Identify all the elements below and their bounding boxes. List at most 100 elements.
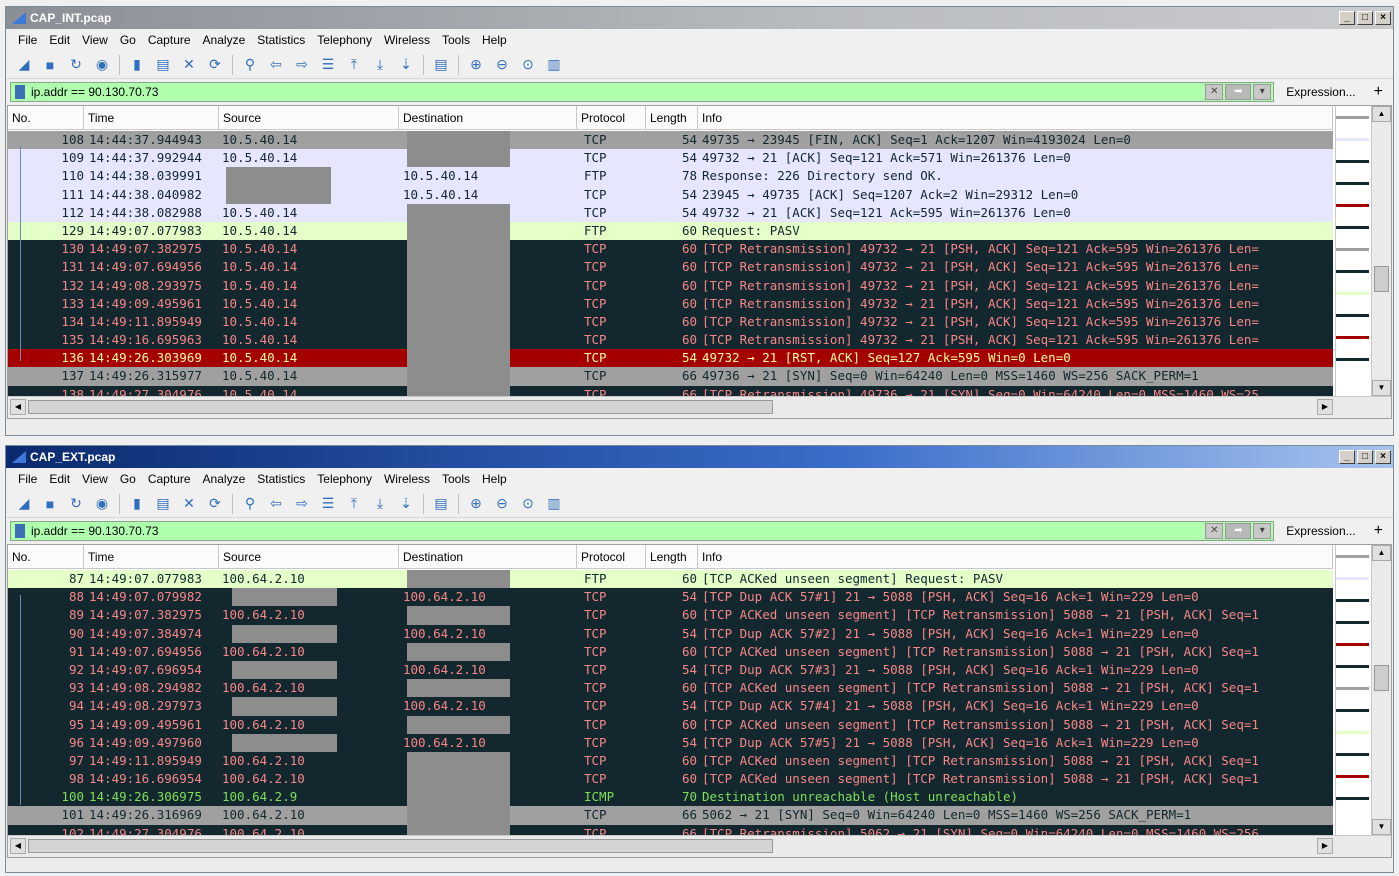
- bookmark-icon[interactable]: [15, 524, 25, 538]
- autoscroll-icon[interactable]: ⇣: [394, 493, 418, 515]
- menu-item-help[interactable]: Help: [476, 33, 513, 47]
- zoom-in-icon[interactable]: ⊕: [464, 493, 488, 515]
- packet-row[interactable]: 137 14:49:26.315977 10.5.40.14 TCP 66 49736 →…: [8, 367, 1333, 386]
- packet-row[interactable]: 87 14:49:07.077983 100.64.2.10 FTP 60 [TCP AC…: [8, 570, 1333, 589]
- packet-row[interactable]: 90 14:49:07.384974 100.64.2.10 TCP 54 [TCP Du…: [8, 624, 1333, 643]
- horizontal-scroll-thumb[interactable]: [28, 839, 773, 853]
- expression-button[interactable]: Expression...: [1278, 524, 1363, 538]
- menu-item-help[interactable]: Help: [476, 472, 513, 486]
- packet-row[interactable]: 92 14:49:07.696954 100.64.2.10 TCP 54 [TCP Du…: [8, 660, 1333, 680]
- go-to-packet-icon[interactable]: ☰: [316, 493, 340, 515]
- options-icon[interactable]: ◉: [90, 493, 114, 515]
- packet-row-selected[interactable]: 136 14:49:26.303969 10.5.40.14 TCP 54 49732 →…: [8, 349, 1333, 368]
- menu-item-statistics[interactable]: Statistics: [251, 33, 311, 47]
- display-filter-input[interactable]: ip.addr == 90.130.70.73 ✕ ➡ ▾: [10, 82, 1275, 102]
- maximize-icon[interactable]: □: [1357, 450, 1373, 464]
- column-header-length[interactable]: Length: [646, 106, 698, 129]
- packet-row[interactable]: 134 14:49:11.895949 10.5.40.14 TCP 60 [TCP Re…: [8, 312, 1333, 332]
- packet-row[interactable]: 98 14:49:16.696954 100.64.2.10 TCP 60 [TCP AC…: [8, 770, 1333, 789]
- go-to-packet-icon[interactable]: ☰: [316, 54, 340, 76]
- forward-icon[interactable]: ⇨: [290, 54, 314, 76]
- menu-item-analyze[interactable]: Analyze: [197, 472, 252, 486]
- restart-icon[interactable]: ↻: [64, 54, 88, 76]
- open-file-icon[interactable]: ▮: [125, 493, 149, 515]
- filter-dropdown-icon[interactable]: ▾: [1253, 84, 1272, 100]
- scroll-down-icon[interactable]: ▼: [1372, 380, 1391, 396]
- horizontal-scrollbar[interactable]: ◀ ▶: [8, 396, 1391, 418]
- colorize-icon[interactable]: ▤: [429, 493, 453, 515]
- scroll-up-icon[interactable]: ▲: [1372, 545, 1391, 561]
- menu-item-view[interactable]: View: [76, 33, 114, 47]
- shark-fin-start-icon[interactable]: ◢: [12, 493, 36, 515]
- horizontal-scrollbar[interactable]: ◀ ▶: [8, 835, 1391, 857]
- packet-row[interactable]: 135 14:49:16.695963 10.5.40.14 TCP 60 [TCP Re…: [8, 331, 1333, 350]
- first-packet-icon[interactable]: ⤒: [342, 54, 366, 76]
- scroll-right-icon[interactable]: ▶: [1317, 399, 1333, 415]
- apply-filter-icon[interactable]: ➡: [1225, 523, 1252, 539]
- menu-item-wireless[interactable]: Wireless: [378, 33, 436, 47]
- packet-row[interactable]: 93 14:49:08.294982 100.64.2.10 TCP 60 [TCP AC…: [8, 679, 1333, 698]
- column-header-time[interactable]: Time: [84, 106, 219, 129]
- shark-fin-start-icon[interactable]: ◢: [12, 54, 36, 76]
- packet-row[interactable]: 131 14:49:07.694956 10.5.40.14 TCP 60 [TCP Re…: [8, 258, 1333, 277]
- column-header-time[interactable]: Time: [84, 545, 219, 568]
- menu-item-capture[interactable]: Capture: [142, 472, 197, 486]
- normal-size-icon[interactable]: ⊙: [516, 493, 540, 515]
- vertical-scroll-thumb[interactable]: [1374, 266, 1389, 292]
- packet-row[interactable]: 88 14:49:07.079982 100.64.2.10 TCP 54 [TCP Du…: [8, 588, 1333, 607]
- find-icon[interactable]: ⚲: [238, 493, 262, 515]
- packet-row[interactable]: 133 14:49:09.495961 10.5.40.14 TCP 60 [TCP Re…: [8, 294, 1333, 313]
- packet-row[interactable]: 111 14:44:38.040982 10.5.40.14 TCP 54 23945 →…: [8, 185, 1333, 204]
- column-header-protocol[interactable]: Protocol: [577, 106, 646, 129]
- vertical-scrollbar[interactable]: ▲ ▼: [1371, 545, 1391, 835]
- clear-filter-icon[interactable]: ✕: [1205, 84, 1224, 100]
- stop-icon[interactable]: ■: [38, 493, 62, 515]
- packet-row[interactable]: 97 14:49:11.895949 100.64.2.10 TCP 60 [TCP AC…: [8, 751, 1333, 771]
- save-icon[interactable]: ▤: [151, 54, 175, 76]
- back-icon[interactable]: ⇦: [264, 54, 288, 76]
- normal-size-icon[interactable]: ⊙: [516, 54, 540, 76]
- resize-columns-icon[interactable]: ▥: [542, 54, 566, 76]
- menu-item-telephony[interactable]: Telephony: [311, 472, 378, 486]
- menu-item-tools[interactable]: Tools: [436, 33, 476, 47]
- menu-item-statistics[interactable]: Statistics: [251, 472, 311, 486]
- packet-row[interactable]: 100 14:49:26.306975 100.64.2.9 ICMP 70 Destin…: [8, 788, 1333, 807]
- menu-item-edit[interactable]: Edit: [43, 472, 76, 486]
- column-header-destination[interactable]: Destination: [399, 106, 577, 129]
- close-file-icon[interactable]: ✕: [177, 493, 201, 515]
- vertical-scroll-thumb[interactable]: [1374, 665, 1389, 691]
- zoom-out-icon[interactable]: ⊖: [490, 54, 514, 76]
- last-packet-icon[interactable]: ⤓: [368, 54, 392, 76]
- packet-row[interactable]: 89 14:49:07.382975 100.64.2.10 TCP 60 [TCP AC…: [8, 606, 1333, 625]
- scroll-up-icon[interactable]: ▲: [1372, 106, 1391, 122]
- find-icon[interactable]: ⚲: [238, 54, 262, 76]
- bookmark-icon[interactable]: [15, 85, 25, 99]
- menu-item-file[interactable]: File: [12, 33, 43, 47]
- packet-row[interactable]: 95 14:49:09.495961 100.64.2.10 TCP 60 [TCP AC…: [8, 715, 1333, 734]
- column-header-length[interactable]: Length: [646, 545, 698, 568]
- add-filter-button[interactable]: +: [1368, 522, 1389, 540]
- column-header-source[interactable]: Source: [219, 106, 399, 129]
- last-packet-icon[interactable]: ⤓: [368, 493, 392, 515]
- column-header-info[interactable]: Info: [698, 545, 1333, 568]
- filter-dropdown-icon[interactable]: ▾: [1253, 523, 1272, 539]
- menu-item-telephony[interactable]: Telephony: [311, 33, 378, 47]
- column-header-destination[interactable]: Destination: [399, 545, 577, 568]
- packet-row[interactable]: 109 14:44:37.992944 10.5.40.14 TCP 54 49732 →…: [8, 149, 1333, 168]
- expression-button[interactable]: Expression...: [1278, 85, 1363, 99]
- packet-row[interactable]: 102 14:49:27.304976 100.64.2.10 TCP 66 [TCP R…: [8, 824, 1333, 835]
- open-file-icon[interactable]: ▮: [125, 54, 149, 76]
- column-header-no[interactable]: No.: [8, 106, 84, 129]
- clear-filter-icon[interactable]: ✕: [1205, 523, 1224, 539]
- menu-item-go[interactable]: Go: [114, 472, 142, 486]
- stop-icon[interactable]: ■: [38, 54, 62, 76]
- menu-item-edit[interactable]: Edit: [43, 33, 76, 47]
- apply-filter-icon[interactable]: ➡: [1225, 84, 1252, 100]
- packet-row[interactable]: 112 14:44:38.082988 10.5.40.14 TCP 54 49732 →…: [8, 203, 1333, 222]
- menu-item-go[interactable]: Go: [114, 33, 142, 47]
- packet-row[interactable]: 101 14:49:26.316969 100.64.2.10 TCP 66 5062 →…: [8, 806, 1333, 825]
- scroll-left-icon[interactable]: ◀: [10, 838, 26, 854]
- column-header-source[interactable]: Source: [219, 545, 399, 568]
- column-header-protocol[interactable]: Protocol: [577, 545, 646, 568]
- scroll-right-icon[interactable]: ▶: [1317, 838, 1333, 854]
